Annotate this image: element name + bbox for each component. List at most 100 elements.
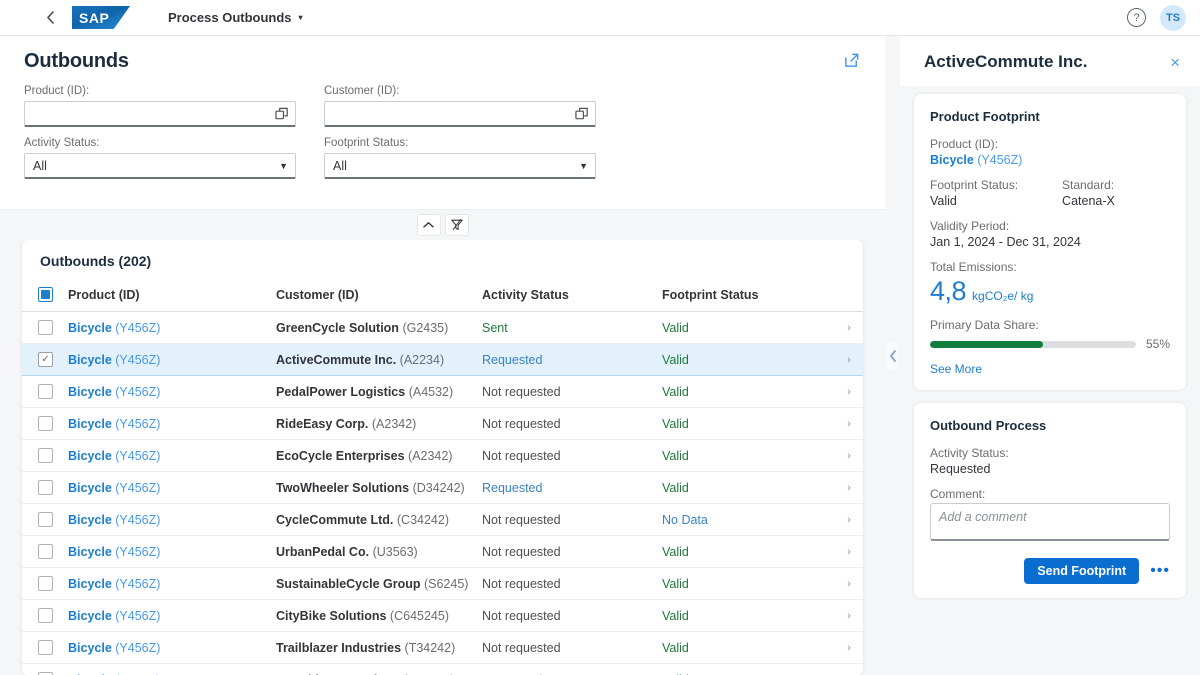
cell-product: Bicycle (Y456Z) [62, 312, 270, 344]
row-checkbox[interactable] [38, 512, 53, 527]
help-glyph: ? [1133, 12, 1139, 24]
col-product[interactable]: Product (ID) [62, 280, 270, 312]
col-customer[interactable]: Customer (ID) [270, 280, 476, 312]
col-activity-status[interactable]: Activity Status [476, 280, 656, 312]
row-product-id: (Y456Z) [115, 385, 160, 399]
row-product-name[interactable]: Bicycle [68, 321, 112, 335]
row-checkbox[interactable] [38, 416, 53, 431]
col-footprint-status[interactable]: Footprint Status [656, 280, 835, 312]
table-row[interactable]: Bicycle (Y456Z)CycleCommute Ltd. (C34242… [22, 504, 863, 536]
collapse-detail-button[interactable] [887, 343, 898, 369]
row-product-name[interactable]: Bicycle [68, 417, 112, 431]
table-row[interactable]: Bicycle (Y456Z)RideEasy Corp. (A2342)Not… [22, 408, 863, 440]
row-product-name[interactable]: Bicycle [68, 449, 112, 463]
detail-product-name[interactable]: Bicycle [930, 153, 974, 167]
row-navigate-arrow[interactable]: › [835, 376, 863, 408]
outbound-process-title: Outbound Process [930, 418, 1170, 433]
row-product-name[interactable]: Bicycle [68, 385, 112, 399]
row-navigate-arrow[interactable]: › [835, 536, 863, 568]
send-footprint-button[interactable]: Send Footprint [1024, 558, 1139, 584]
activity-status-select[interactable]: AllSentRequestedNot requested [24, 153, 296, 179]
table-row[interactable]: Bicycle (Y456Z)EcoCycle Enterprises (A23… [22, 440, 863, 472]
row-select-cell [22, 632, 62, 664]
table-scroll[interactable]: Product (ID) Customer (ID) Activity Stat… [22, 280, 863, 675]
table-title: Outbounds (202) [22, 240, 863, 280]
avatar[interactable]: TS [1160, 5, 1186, 31]
row-checkbox[interactable] [38, 320, 53, 335]
table-row[interactable]: Bicycle (Y456Z)TwoWheeler Solutions (D34… [22, 472, 863, 504]
row-navigate-arrow[interactable]: › [835, 568, 863, 600]
table-row[interactable]: Bicycle (Y456Z)CityBike Solutions (C6452… [22, 600, 863, 632]
detail-body[interactable]: Product Footprint Product (ID): Bicycle … [900, 86, 1200, 675]
cell-product: Bicycle (Y456Z) [62, 536, 270, 568]
row-customer-name: ActiveCommute Inc. [276, 353, 396, 367]
row-product-id: (Y456Z) [115, 513, 160, 527]
cell-footprint-status: Valid [656, 408, 835, 440]
row-select-cell [22, 568, 62, 600]
filter-footprint-status: Footprint Status: AllValidNo Data ▼ [324, 137, 596, 179]
row-navigate-arrow[interactable]: › [835, 408, 863, 440]
collapse-filters-button[interactable] [417, 214, 441, 236]
table-row[interactable]: Bicycle (Y456Z)PedalPower Logistics (A45… [22, 376, 863, 408]
row-navigate-arrow[interactable]: › [835, 664, 863, 675]
row-customer-name: EcoCycle Enterprises [276, 449, 405, 463]
row-navigate-arrow[interactable]: › [835, 504, 863, 536]
value-help-icon[interactable] [575, 107, 590, 122]
row-navigate-arrow[interactable]: › [835, 472, 863, 504]
activity-status-wrap: AllSentRequestedNot requested ▼ [24, 153, 296, 179]
row-product-name[interactable]: Bicycle [68, 577, 112, 591]
row-product-name[interactable]: Bicycle [68, 641, 112, 655]
see-more-link[interactable]: See More [930, 362, 1170, 376]
back-button[interactable] [40, 8, 60, 28]
row-product-name[interactable]: Bicycle [68, 353, 112, 367]
row-product-name[interactable]: Bicycle [68, 609, 112, 623]
row-navigate-arrow[interactable]: › [835, 312, 863, 344]
help-icon[interactable]: ? [1127, 8, 1146, 27]
row-checkbox[interactable] [38, 544, 53, 559]
table-row[interactable]: Bicycle (Y456Z)EcoRide Innovations (E523… [22, 664, 863, 675]
value-help-icon[interactable] [275, 107, 290, 122]
row-navigate-arrow[interactable]: › [835, 344, 863, 376]
close-icon[interactable]: × [1170, 54, 1180, 71]
share-export-icon[interactable] [841, 50, 861, 70]
sap-logo[interactable]: SAP [72, 6, 130, 29]
row-product-name[interactable]: Bicycle [68, 545, 112, 559]
row-checkbox[interactable] [38, 352, 53, 367]
table-row[interactable]: Bicycle (Y456Z)SustainableCycle Group (S… [22, 568, 863, 600]
app-title-dropdown[interactable]: Process Outbounds ▾ [168, 10, 303, 25]
row-select-cell [22, 536, 62, 568]
row-checkbox[interactable] [38, 640, 53, 655]
row-customer-name: UrbanPedal Co. [276, 545, 369, 559]
product-id-input[interactable] [24, 101, 296, 127]
row-navigate-arrow[interactable]: › [835, 600, 863, 632]
outbound-process-card: Outbound Process Activity Status: Reques… [914, 403, 1186, 598]
cell-customer: RideEasy Corp. (A2342) [270, 408, 476, 440]
primary-share-progress-fill [930, 341, 1043, 348]
table-row[interactable]: Bicycle (Y456Z)ActiveCommute Inc. (A2234… [22, 344, 863, 376]
row-select-cell [22, 664, 62, 675]
row-product-id: (Y456Z) [115, 321, 160, 335]
table-row[interactable]: Bicycle (Y456Z)UrbanPedal Co. (U3563)Not… [22, 536, 863, 568]
row-navigate-arrow[interactable]: › [835, 632, 863, 664]
filter-fields: Product (ID): Customer [24, 85, 861, 189]
customer-id-input[interactable] [324, 101, 596, 127]
cell-activity-status: Not requested [476, 440, 656, 472]
overflow-menu-button[interactable]: ••• [1150, 563, 1170, 579]
detail-product-value: Bicycle (Y456Z) [930, 153, 1170, 167]
table-row[interactable]: Bicycle (Y456Z)Trailblazer Industries (T… [22, 632, 863, 664]
select-all-checkbox[interactable] [38, 287, 53, 302]
table-row[interactable]: Bicycle (Y456Z)GreenCycle Solution (G243… [22, 312, 863, 344]
row-checkbox[interactable] [38, 448, 53, 463]
row-checkbox[interactable] [38, 608, 53, 623]
cell-activity-status: Not requested [476, 536, 656, 568]
detail-standard-block: Standard: Catena-X [1062, 178, 1115, 208]
filter-settings-button[interactable] [445, 214, 469, 236]
footprint-status-select[interactable]: AllValidNo Data [324, 153, 596, 179]
comment-textarea[interactable] [930, 503, 1170, 541]
row-product-name[interactable]: Bicycle [68, 481, 112, 495]
row-navigate-arrow[interactable]: › [835, 440, 863, 472]
row-checkbox[interactable] [38, 576, 53, 591]
row-checkbox[interactable] [38, 480, 53, 495]
row-product-name[interactable]: Bicycle [68, 513, 112, 527]
row-checkbox[interactable] [38, 384, 53, 399]
